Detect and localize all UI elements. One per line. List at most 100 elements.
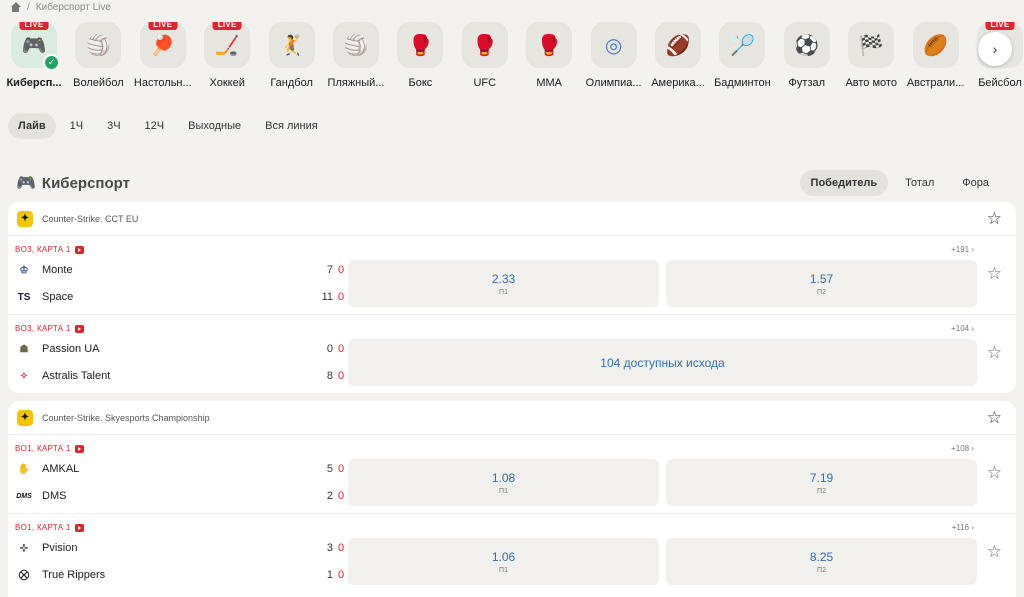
tournament-name[interactable]: Counter-Strike. CCT EU	[42, 214, 138, 224]
sport-tile: 🏐	[333, 22, 379, 68]
table-tennis-icon: 🏓	[150, 34, 176, 57]
tab-weekend[interactable]: Выходные	[178, 113, 251, 139]
score-home: 30	[326, 542, 345, 554]
home-icon[interactable]	[10, 2, 21, 12]
stream-icon[interactable]	[74, 444, 84, 453]
sport-item[interactable]: 🏉 Австрали...	[904, 22, 968, 89]
sport-name: Бейсбол	[978, 77, 1022, 89]
score-away: 80	[326, 370, 345, 382]
odd-button-p2[interactable]: 1.57 П2	[666, 260, 977, 307]
sports-carousel: 🎮 LIVE ✓ Киберсп... 🏐 Волейбол 🏓 LIVE Настольн..…	[0, 22, 1024, 102]
sport-tile: 🥊	[526, 22, 573, 68]
match-status: BO3, КАРТА 1	[15, 324, 84, 333]
ufc-glove-icon: 🥊	[472, 34, 498, 57]
tab-1h[interactable]: 1Ч	[60, 113, 93, 139]
match-row[interactable]: BO1, КАРТА 1 +116 › ⊹ Pvision ⛒ True Rippe…	[8, 514, 1016, 593]
sport-item[interactable]: 🏁 Авто мото	[839, 22, 903, 89]
stream-icon[interactable]	[74, 523, 84, 532]
match-row[interactable]: BO3, КАРТА 1 +191 › ♔ Monte TS Space 70 11…	[8, 236, 1016, 315]
favorite-star-icon[interactable]: ☆	[987, 408, 1002, 428]
chevron-right-icon: ›	[992, 41, 998, 57]
live-badge: LIVE	[19, 22, 49, 30]
odd-button-p1[interactable]: 1.06 П1	[348, 538, 659, 585]
sport-item[interactable]: 🥊 MMA	[517, 22, 581, 89]
sport-item[interactable]: 🏈 Америка...	[646, 22, 710, 89]
tournament-header: ✦ Counter-Strike. Skyesports Championshi…	[8, 401, 1016, 435]
odd-button-p2[interactable]: 7.19 П2	[666, 459, 977, 506]
tab-3h[interactable]: 3Ч	[97, 113, 130, 139]
tab-live[interactable]: Лайв	[8, 113, 56, 139]
sport-name: Австрали...	[906, 77, 965, 89]
sport-item[interactable]: 🏸 Бадминтон	[710, 22, 774, 89]
sport-tile: 🏓 LIVE	[139, 22, 186, 68]
sport-name: Бадминтон	[714, 77, 771, 89]
all-outcomes-button[interactable]: 104 доступных исхода	[348, 339, 977, 386]
section-header: 🎮 Киберспорт Победитель Тотал Фора	[16, 170, 1006, 196]
sport-name: Футзал	[788, 77, 826, 89]
sport-item[interactable]: 🎮 LIVE ✓ Киберсп...	[2, 22, 66, 89]
match-row[interactable]: BO1, КАРТА 1 +108 › ✋ AMKAL DMS DMS 50 20 …	[8, 435, 1016, 514]
astralis-logo-icon: ✧	[19, 370, 29, 382]
match-row[interactable]: BO3, КАРТА 1 +104 › ☗ Passion UA ✧ Astrali…	[8, 315, 1016, 393]
sport-tile: 🏈	[655, 22, 701, 68]
sport-item[interactable]: 🏐 Волейбол	[66, 22, 130, 89]
sport-item[interactable]: 🤾 Гандбол	[260, 22, 324, 89]
sport-name: Пляжный...	[327, 77, 385, 89]
tab-all[interactable]: Вся линия	[255, 113, 328, 139]
hockey-puck-icon: 🏒	[214, 34, 240, 57]
score-away: 20	[326, 490, 345, 502]
odd-button-p1[interactable]: 1.08 П1	[348, 459, 659, 506]
market-tabs: Победитель Тотал Фора	[799, 170, 1000, 196]
live-badge: LIVE	[148, 22, 178, 30]
score-away: 11 0	[321, 291, 345, 303]
odd-button-p2[interactable]: 8.25 П2	[666, 538, 977, 585]
gamepad-icon: 🎮	[21, 34, 47, 57]
carousel-next-button[interactable]: ›	[978, 32, 1012, 66]
tournament-header: ✦ Counter-Strike. CCT EU ☆	[8, 202, 1016, 236]
volleyball-icon: 🏐	[85, 34, 111, 57]
sport-item[interactable]: 🥊 Бокс	[388, 22, 452, 89]
stream-icon[interactable]	[74, 245, 84, 254]
handball-icon: 🤾	[279, 34, 305, 57]
sport-item[interactable]: 🥊 UFC	[453, 22, 517, 89]
more-markets-link[interactable]: +191 ›	[951, 245, 974, 254]
sport-name: Волейбол	[73, 77, 124, 89]
aussie-football-icon: 🏉	[923, 34, 949, 57]
team-away: ✧ Astralis Talent	[15, 367, 110, 385]
sport-tile: 🏒 LIVE	[204, 22, 251, 68]
counter-strike-icon: ✦	[17, 210, 33, 227]
more-markets-link[interactable]: +116 ›	[952, 523, 974, 532]
market-tab-total[interactable]: Тотал	[894, 170, 945, 196]
tournament-name[interactable]: Counter-Strike. Skyesports Championship	[42, 413, 210, 423]
team-away: TS Space	[15, 288, 74, 306]
counter-strike-icon: ✦	[17, 409, 33, 426]
tab-12h[interactable]: 12Ч	[135, 113, 175, 139]
sport-item[interactable]: ⚽ Футзал	[775, 22, 839, 89]
space-logo-icon: TS	[17, 291, 31, 303]
more-markets-link[interactable]: +108 ›	[951, 444, 974, 453]
breadcrumb-current: Киберспорт Live	[35, 1, 111, 13]
favorite-star-icon[interactable]: ☆	[987, 264, 1002, 284]
market-tab-handicap[interactable]: Фора	[951, 170, 1000, 196]
sport-item[interactable]: 🏐 Пляжный...	[324, 22, 388, 89]
market-tab-winner[interactable]: Победитель	[799, 170, 889, 196]
boxing-glove-icon: 🥊	[407, 34, 433, 57]
gamepad-icon: 🎮	[16, 175, 36, 192]
dms-logo-icon: DMS	[16, 492, 32, 500]
favorite-star-icon[interactable]: ☆	[987, 463, 1002, 483]
odd-button-p1[interactable]: 2.33 П1	[348, 260, 659, 307]
sport-tile: 🏐	[75, 22, 122, 68]
amkal-logo-icon: ✋	[17, 463, 31, 475]
stream-icon[interactable]	[74, 324, 84, 333]
favorite-star-icon[interactable]: ☆	[987, 542, 1002, 562]
sport-item[interactable]: 🏓 LIVE Настольн...	[131, 22, 195, 89]
sport-item[interactable]: ◎ Олимпиа...	[582, 22, 646, 89]
more-markets-link[interactable]: +104 ›	[951, 324, 974, 333]
favorite-star-icon[interactable]: ☆	[987, 343, 1002, 363]
match-status: BO1, КАРТА 1	[15, 444, 84, 453]
passion-ua-logo-icon: ☗	[19, 343, 29, 355]
favorite-star-icon[interactable]: ☆	[987, 209, 1002, 229]
sport-item[interactable]: 🏒 LIVE Хоккей	[195, 22, 259, 89]
section-title: Киберспорт	[41, 174, 130, 192]
sport-tile: 🥊	[461, 22, 508, 68]
